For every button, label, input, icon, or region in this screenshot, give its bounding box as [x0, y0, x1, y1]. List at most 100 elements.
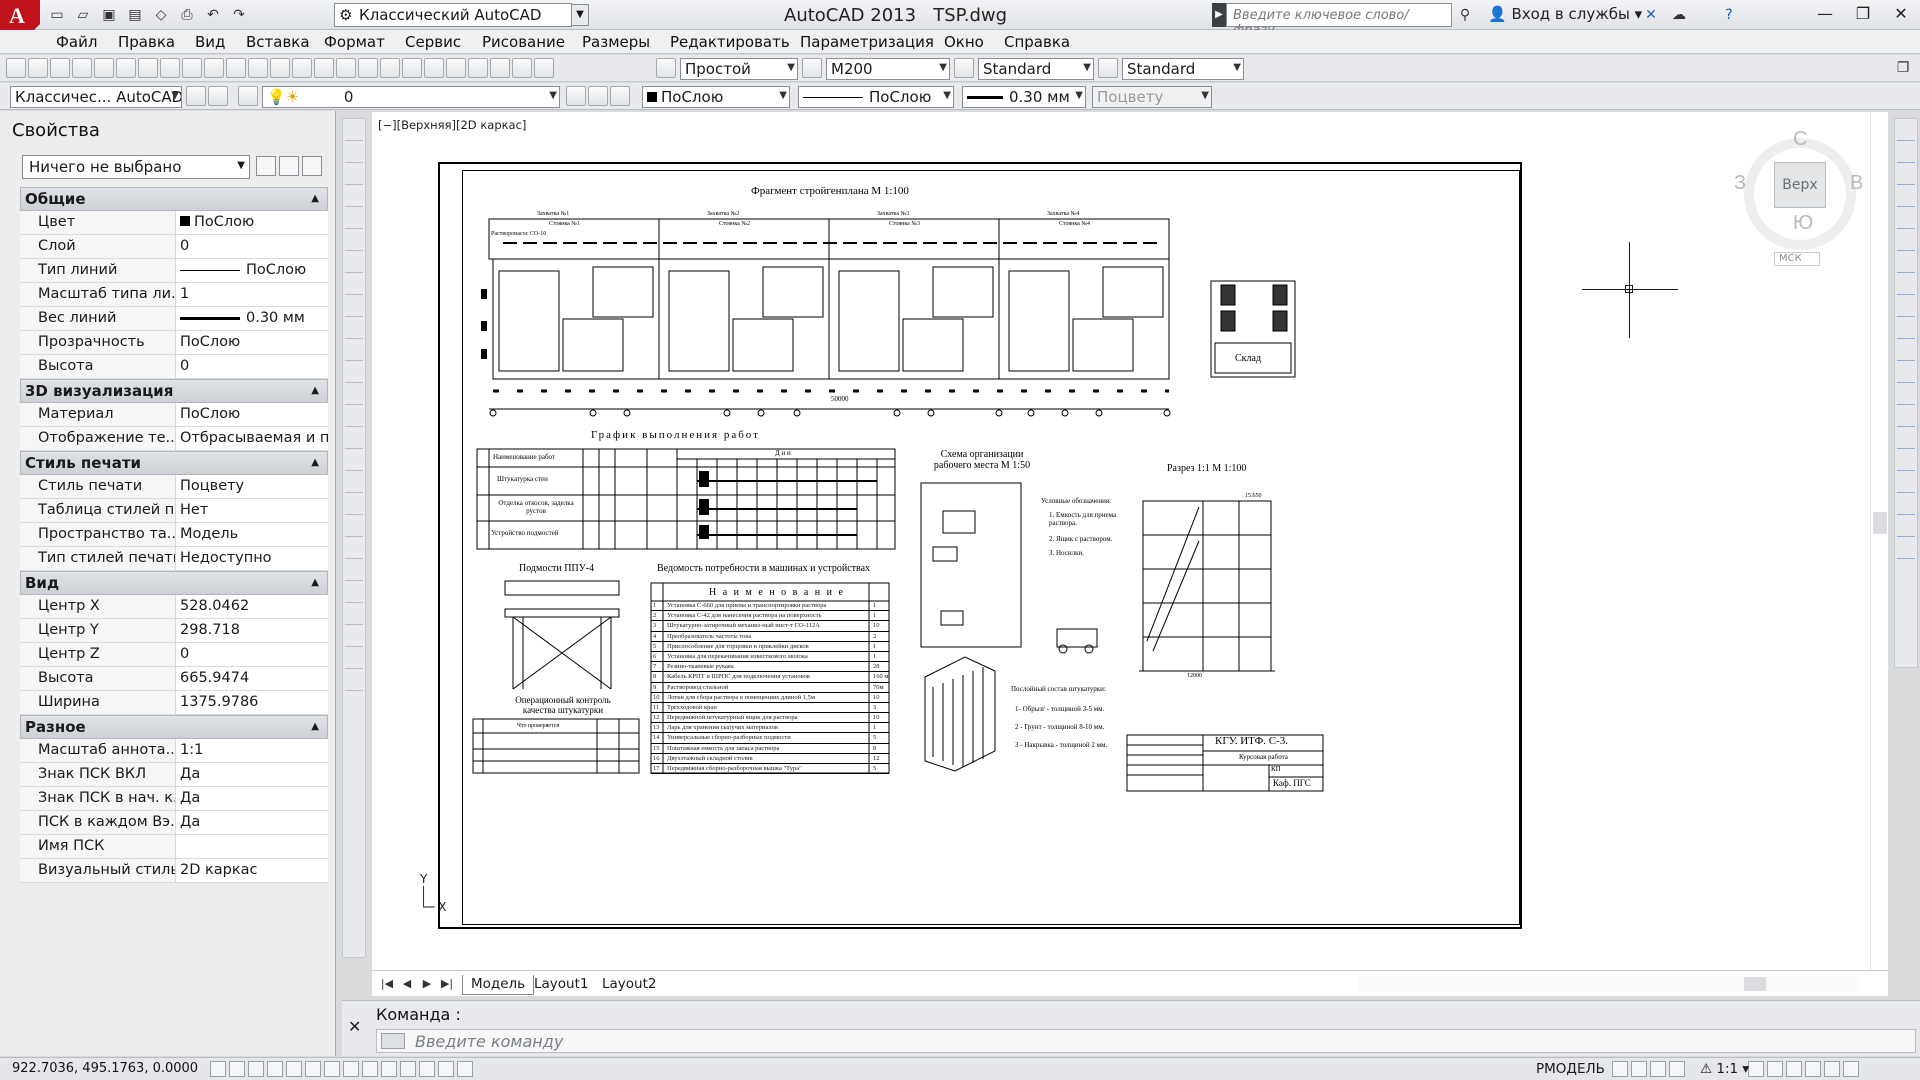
draw-tool-icon[interactable] — [345, 211, 363, 229]
quickcalc-icon[interactable] — [512, 58, 532, 78]
section-header[interactable]: Стиль печати ▲ — [20, 451, 328, 475]
help-icon[interactable] — [534, 58, 554, 78]
draw-tool-icon[interactable] — [345, 365, 363, 383]
prev-tab-icon[interactable]: ◀ — [398, 975, 416, 993]
last-tab-icon[interactable]: ▶| — [438, 975, 456, 993]
modify-tool-icon[interactable] — [1897, 431, 1915, 449]
status-tray-icon[interactable] — [1767, 1061, 1783, 1077]
drafting-toggle-icon[interactable] — [305, 1061, 321, 1077]
property-value[interactable]: Поцвету — [176, 475, 328, 498]
open-icon[interactable] — [28, 58, 48, 78]
restore-doc-icon[interactable]: ❐ — [1892, 57, 1914, 79]
workspace-combo[interactable]: Классичес... AutoCAD ▼ — [10, 86, 182, 108]
property-row[interactable]: Таблица стилей п... Нет — [20, 499, 328, 523]
draw-tool-icon[interactable] — [345, 673, 363, 691]
property-row[interactable]: Центр Z0 — [20, 643, 328, 667]
search-input[interactable]: Введите ключевое слово/фразу — [1226, 3, 1452, 38]
draw-tool-icon[interactable] — [345, 563, 363, 581]
modify-tool-icon[interactable] — [1897, 541, 1915, 559]
workspace-gear-icon[interactable] — [208, 86, 228, 106]
block-editor-icon[interactable] — [248, 58, 268, 78]
annotation-scale[interactable]: ⚠ 1:1 ▾ — [1700, 1061, 1749, 1077]
modify-tool-icon[interactable] — [1897, 387, 1915, 405]
property-value[interactable]: 2D каркас — [176, 859, 328, 882]
horizontal-scrollbar[interactable] — [1358, 976, 1860, 992]
property-value[interactable]: 0 — [176, 643, 328, 666]
save-as-icon[interactable]: ▤ — [124, 4, 146, 26]
dim-style-icon[interactable] — [802, 58, 822, 78]
property-value[interactable]: 528.0462 — [176, 595, 328, 618]
draw-tool-icon[interactable] — [345, 299, 363, 317]
menu-dimension[interactable]: Размеры — [582, 33, 650, 51]
property-row[interactable]: Высота 665.9474 — [20, 667, 328, 691]
modify-tool-icon[interactable] — [1897, 167, 1915, 185]
redo-icon[interactable] — [292, 58, 312, 78]
close-command-line-icon[interactable]: ✕ — [348, 1017, 361, 1036]
property-row[interactable]: Масштаб аннота... 1:1 — [20, 739, 328, 763]
new-file-icon[interactable]: ▭ — [46, 4, 68, 26]
property-value[interactable]: 1 — [176, 283, 328, 306]
paste-icon[interactable] — [204, 58, 224, 78]
selection-select[interactable]: Ничего не выбрано ▼ — [22, 155, 250, 179]
modify-tool-icon[interactable] — [1897, 233, 1915, 251]
menu-modify[interactable]: Редактировать — [670, 33, 790, 51]
modify-tool-icon[interactable] — [1897, 255, 1915, 273]
modify-tool-icon[interactable] — [1897, 189, 1915, 207]
draw-tool-icon[interactable] — [345, 519, 363, 537]
command-input[interactable]: Введите команду — [376, 1029, 1916, 1053]
viewcube-north[interactable]: С — [1793, 128, 1807, 151]
modify-tool-icon[interactable] — [1897, 453, 1915, 471]
zoom-realtime-icon[interactable] — [336, 58, 356, 78]
drafting-toggle-icon[interactable] — [419, 1061, 435, 1077]
modify-tool-icon[interactable] — [1897, 343, 1915, 361]
menu-view[interactable]: Вид — [195, 33, 225, 51]
qnew-icon[interactable] — [6, 58, 26, 78]
menu-format[interactable]: Формат — [324, 33, 385, 51]
layer-select[interactable]: 💡☀ 0 ▼ — [262, 86, 560, 108]
maximize-icon[interactable]: ❐ — [1844, 0, 1882, 28]
plot-preview-icon[interactable]: ◇ — [150, 4, 172, 26]
draw-tool-icon[interactable] — [345, 167, 363, 185]
vertical-scrollbar[interactable] — [1870, 112, 1888, 970]
property-value[interactable]: Да — [176, 763, 328, 786]
drawing-viewport[interactable]: [−][Верхняя][2D каркас] Фрагмент стройге… — [372, 112, 1888, 970]
model-space-toggle[interactable]: РМОДЕЛЬ — [1536, 1061, 1605, 1077]
mleader-style-select[interactable]: Standard ▼ — [1122, 58, 1244, 80]
draw-tool-icon[interactable] — [345, 651, 363, 669]
property-row[interactable]: Слой 0 — [20, 235, 328, 259]
property-row[interactable]: Центр Y 298.718 — [20, 619, 328, 643]
draw-tool-icon[interactable] — [345, 387, 363, 405]
help-icon[interactable]: ? — [1718, 4, 1740, 26]
property-row[interactable]: Цвет ПоСлою — [20, 211, 328, 235]
modify-tool-icon[interactable] — [1897, 277, 1915, 295]
modify-tool-icon[interactable] — [1897, 475, 1915, 493]
redo-icon[interactable]: ↷ — [228, 4, 250, 26]
drafting-toggle-icon[interactable] — [438, 1061, 454, 1077]
linetype-select[interactable]: ПоСлою ▼ — [798, 86, 954, 108]
status-tray-icon[interactable] — [1650, 1061, 1666, 1077]
status-tray-icon[interactable] — [1843, 1061, 1859, 1077]
property-value[interactable]: Модель — [176, 523, 328, 546]
property-value[interactable]: 298.718 — [176, 619, 328, 642]
menu-help[interactable]: Справка — [1004, 33, 1070, 51]
property-row[interactable]: Тип стилей печати Недоступно — [20, 547, 328, 571]
property-value[interactable]: Недоступно — [176, 547, 328, 570]
search-expand-icon[interactable]: ▶ — [1212, 3, 1226, 27]
draw-tool-icon[interactable] — [345, 475, 363, 493]
menu-tools[interactable]: Сервис — [405, 33, 461, 51]
workspace-select[interactable]: ⚙ Классический AutoCAD ▼ — [334, 3, 589, 27]
viewcube-west[interactable]: З — [1734, 172, 1746, 195]
modify-tool-icon[interactable] — [1897, 145, 1915, 163]
collapse-icon[interactable]: ▲ — [311, 721, 319, 732]
open-file-icon[interactable]: ▱ — [72, 4, 94, 26]
property-value[interactable]: ПоСлою — [176, 211, 328, 234]
menu-file[interactable]: Файл — [56, 33, 97, 51]
draw-tool-icon[interactable] — [345, 541, 363, 559]
viewcube-top-face[interactable]: Верх — [1774, 162, 1826, 208]
design-center-icon[interactable] — [424, 58, 444, 78]
section-header[interactable]: Общие ▲ — [20, 187, 328, 211]
draw-tool-icon[interactable] — [345, 123, 363, 141]
draw-tool-icon[interactable] — [345, 497, 363, 515]
drafting-toggle-icon[interactable] — [324, 1061, 340, 1077]
modify-tool-icon[interactable] — [1897, 299, 1915, 317]
